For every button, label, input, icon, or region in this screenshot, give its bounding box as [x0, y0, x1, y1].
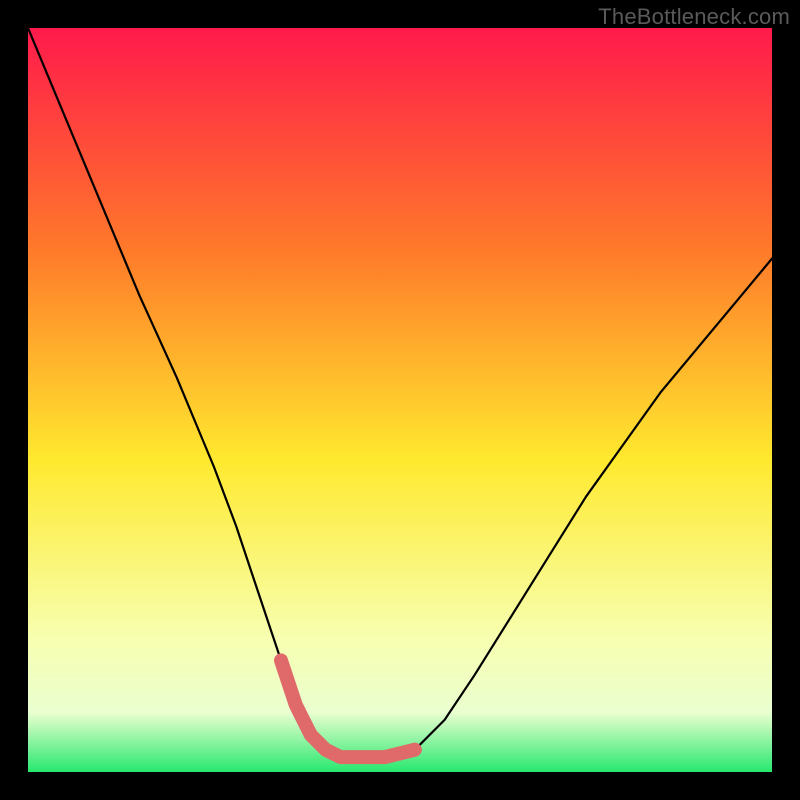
gradient-background	[28, 28, 772, 772]
attribution-text: TheBottleneck.com	[598, 4, 790, 30]
chart-stage: TheBottleneck.com	[0, 0, 800, 800]
bottleneck-chart	[28, 28, 772, 772]
